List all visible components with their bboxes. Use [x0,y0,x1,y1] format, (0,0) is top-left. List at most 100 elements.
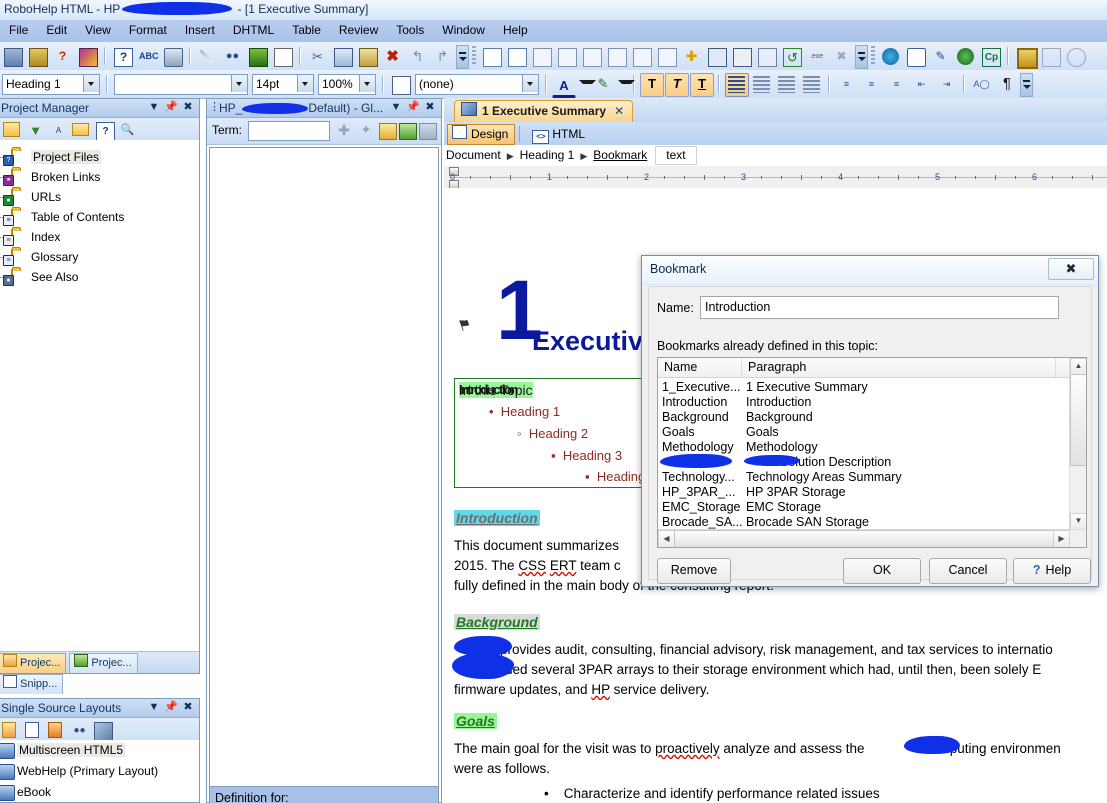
chevron-down-icon[interactable] [297,75,313,92]
column-header-name[interactable]: Name [658,358,742,377]
cp-icon[interactable]: Cp [979,45,1003,69]
tree-item-see-also[interactable]: ● See Also [0,268,199,288]
bookmark-list[interactable]: Name Paragraph 1_Executive... 1 Executiv… [657,357,1087,548]
new-related-icon[interactable] [580,45,604,69]
view-primary-icon[interactable] [76,45,100,69]
bookmark-name-input[interactable]: Introduction [700,296,1059,319]
sort-az-icon[interactable]: AZ [47,119,69,152]
menu-item-edit[interactable]: Edit [37,20,76,40]
editor-tab-executive-summary[interactable]: 1 Executive Summary ✕ [454,100,634,123]
spell-check-icon[interactable]: ABC [136,45,160,69]
paragraph-marks-icon[interactable]: ¶ [995,73,1019,97]
new-popup-icon[interactable] [555,45,579,69]
pin-icon[interactable]: 📌 [164,700,178,715]
new-glossary-icon[interactable] [655,45,679,69]
properties-icon[interactable] [91,719,113,741]
new-topic-icon[interactable] [480,45,504,69]
toolbar-overflow-button-2[interactable] [855,45,868,69]
delete-icon[interactable]: ✖ [381,45,405,69]
toc-item-heading-2[interactable]: ◦ Heading 2 [517,426,588,441]
new-image-icon[interactable]: ✚ [680,45,704,69]
align-right-icon[interactable] [775,73,799,97]
undo-icon[interactable]: ↰ [406,45,430,69]
new-link-icon[interactable] [530,45,554,69]
save-all-icon[interactable] [26,45,50,69]
generate-primary-icon[interactable]: ? [51,45,75,69]
mode-html-button[interactable]: <> HTML [527,124,592,145]
cancel-button[interactable]: Cancel [929,558,1007,584]
tree-item-index[interactable]: ≡ Index [0,228,199,248]
close-icon[interactable]: ✖ [423,100,437,115]
close-icon[interactable]: ✖ [1048,258,1094,280]
table-row[interactable]: Technology... Technology Areas Summary [658,470,1086,485]
bookmark-list-horizontal-scrollbar[interactable]: ◀ ▶ [658,529,1086,547]
scrollbar-thumb[interactable] [674,530,1054,547]
dock-tab-project-manager[interactable]: Projec... [0,653,67,673]
mode-design-button[interactable]: Design [447,124,516,145]
tree-item-urls[interactable]: ● URLs [0,188,199,208]
cut-icon[interactable]: ✂ [306,45,330,69]
new-folder-icon[interactable] [1,119,23,141]
pin-icon[interactable]: 📌 [164,100,178,115]
comment-icon[interactable] [904,45,928,69]
menu-item-help[interactable]: Help [494,20,537,40]
breadcrumb-heading-1[interactable]: Heading 1 [518,145,577,165]
menu-item-file[interactable]: File [0,20,37,40]
scroll-up-icon[interactable]: ▲ [1070,358,1086,375]
toolbar-overflow-button[interactable] [456,45,469,69]
view-output-icon[interactable]: ●● [68,719,90,741]
tree-item-table-of-contents[interactable]: ≡ Table of Contents [0,208,199,228]
align-left-icon[interactable] [725,73,749,97]
format-toolbar-overflow-button[interactable] [1020,73,1033,97]
chevron-down-icon[interactable] [616,73,635,97]
menu-item-format[interactable]: Format [120,20,176,40]
generate-icon[interactable] [45,719,67,741]
decrease-indent-icon[interactable]: ⇤ [910,73,934,97]
new-multimedia-icon[interactable] [755,45,779,69]
find-icon[interactable]: 🔍 [116,119,138,141]
font-color-icon[interactable]: A [552,75,576,98]
column-header-paragraph[interactable]: Paragraph [742,358,1056,377]
link-icon[interactable] [246,45,270,69]
increase-indent-icon[interactable]: ⇥ [935,73,959,97]
new-expand-icon[interactable] [630,45,654,69]
help-button[interactable]: ? Help [1013,558,1091,584]
font-size-combo[interactable]: 14pt [252,74,314,95]
menu-item-insert[interactable]: Insert [176,20,224,40]
border-combo[interactable]: (none) [415,74,539,95]
chevron-down-icon[interactable]: ▼ [389,100,403,115]
bookmark-list-vertical-scrollbar[interactable]: ▲ ▼ [1069,358,1086,530]
edit-icon[interactable] [196,45,220,69]
save-icon[interactable] [1,45,25,69]
table-row[interactable]: Background Background [658,410,1086,425]
view-icon[interactable]: ●● [221,45,245,69]
remove-button[interactable]: Remove [657,558,731,584]
highlight-color-icon[interactable]: ✎ [591,73,615,97]
clear-format-icon[interactable]: A◯ [970,73,994,97]
filter-icon[interactable]: ▼ [24,119,46,141]
new-index-icon[interactable] [705,45,729,69]
ok-button[interactable]: OK [843,558,921,584]
menu-item-tools[interactable]: Tools [387,20,433,40]
scroll-down-icon[interactable]: ▼ [1070,513,1086,530]
table-row[interactable]: Solution Description [658,454,1086,470]
table-row[interactable]: EMC_Storage EMC Storage [658,500,1086,515]
editor-ruler[interactable]: 0 1 2 3 4 5 6 [444,166,1107,189]
table-row[interactable]: Goals Goals [658,425,1086,440]
dock-tab-project-settings[interactable]: Projec... [69,653,138,673]
globe-icon[interactable] [954,45,978,69]
pin-icon[interactable]: 📌 [406,100,420,115]
exe-icon[interactable]: .exe [805,45,829,69]
menu-item-table[interactable]: Table [283,20,330,40]
chevron-down-icon[interactable] [522,75,538,92]
menu-item-review[interactable]: Review [330,20,387,40]
table-row[interactable]: Introduction Introduction [658,395,1086,410]
chevron-down-icon[interactable]: ▼ [147,700,161,715]
refresh-icon[interactable]: ↺ [780,45,804,69]
dock-tab-snippets[interactable]: Snipp... [0,674,64,694]
ellipse-hotspot-icon[interactable] [1064,45,1088,69]
breadcrumb-text[interactable]: text [655,146,697,165]
close-icon[interactable]: ✖ [181,700,195,715]
chevron-down-icon[interactable] [359,75,375,92]
chevron-down-icon[interactable] [577,73,596,97]
